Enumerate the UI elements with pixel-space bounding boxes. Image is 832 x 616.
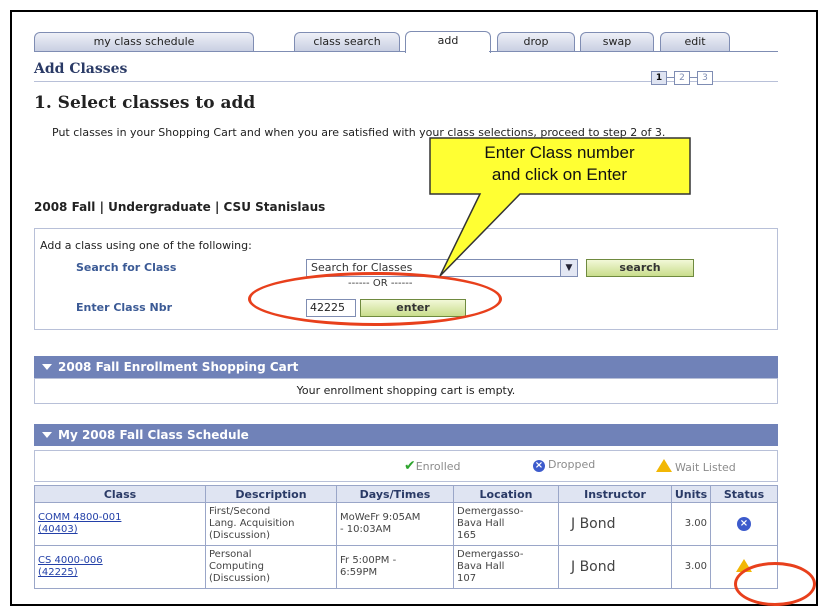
enter-class-nbr-label: Enter Class Nbr — [76, 301, 173, 314]
description-cell: Personal Computing (Discussion) — [205, 545, 337, 589]
tab-class-search[interactable]: class search — [294, 32, 400, 51]
tab-underline-right — [489, 51, 778, 52]
legend-dropped-label: Dropped — [548, 458, 596, 471]
search-for-class-label: Search for Class — [76, 261, 177, 274]
col-class: Class — [34, 485, 206, 503]
callout-text: Enter Class number and click on Enter — [432, 142, 687, 186]
tab-drop[interactable]: drop — [497, 32, 575, 51]
dropped-icon: × — [737, 517, 751, 531]
units-cell: 3.00 — [671, 502, 711, 546]
description-cell: First/Second Lang. Acquisition (Discussion… — [205, 502, 337, 546]
step-3: 3 — [697, 71, 713, 85]
col-status: Status — [710, 485, 778, 503]
collapse-triangle-icon[interactable] — [42, 432, 52, 438]
class-cell: CS 4000-006 (42225) — [34, 545, 206, 589]
legend-wait-listed-label: Wait Listed — [675, 461, 736, 474]
instructor-cell: J Bond — [558, 502, 672, 546]
callout-line-1: Enter Class number — [484, 143, 635, 162]
legend-dropped: × Dropped — [533, 458, 595, 472]
cart-empty-message: Your enrollment shopping cart is empty. — [296, 384, 516, 397]
step-2: 2 — [674, 71, 690, 85]
col-location: Location — [453, 485, 559, 503]
instructor-cell: J Bond — [558, 545, 672, 589]
add-class-header: Add a class using one of the following: — [40, 239, 252, 252]
callout-line-2: and click on Enter — [491, 165, 628, 184]
tab-add[interactable]: add — [405, 31, 491, 53]
warning-icon — [656, 459, 672, 472]
tab-underline — [34, 51, 405, 52]
location-cell: Demergasso- Bava Hall 107 — [453, 545, 559, 589]
class-cell: COMM 4800-001 (40403) — [34, 502, 206, 546]
checkmark-icon: ✔ — [404, 458, 416, 474]
days-times-cell: MoWeFr 9:05AM - 10:03AM — [336, 502, 454, 546]
step-1: 1 — [651, 71, 667, 85]
step-heading: 1. Select classes to add — [34, 93, 256, 113]
legend-wait-listed: Wait Listed — [656, 458, 736, 474]
class-schedule-title: My 2008 Fall Class Schedule — [58, 428, 249, 442]
table-row: CS 4000-006 (42225) Personal Computing (Dis… — [34, 545, 778, 589]
page-title: Add Classes — [34, 61, 128, 77]
class-link[interactable]: COMM 4800-001 (40403) — [38, 512, 121, 535]
status-cell: × — [710, 502, 778, 546]
class-link[interactable]: CS 4000-006 (42225) — [38, 555, 103, 578]
step-connector — [667, 77, 674, 78]
shopping-cart-body: Your enrollment shopping cart is empty. — [34, 378, 778, 404]
legend-enrolled: ✔Enrolled — [404, 458, 461, 474]
schedule-table: Class Description Days/Times Location In… — [34, 485, 778, 589]
status-highlight-oval — [734, 562, 816, 606]
class-schedule-header[interactable]: My 2008 Fall Class Schedule — [34, 424, 778, 446]
location-cell: Demergasso- Bava Hall 165 — [453, 502, 559, 546]
col-description: Description — [205, 485, 337, 503]
table-header-row: Class Description Days/Times Location In… — [34, 485, 778, 503]
table-row: COMM 4800-001 (40403) First/Second Lang. A… — [34, 502, 778, 546]
days-times-cell: Fr 5:00PM -6:59PM — [336, 545, 454, 589]
units-cell: 3.00 — [671, 545, 711, 589]
step-connector — [690, 77, 697, 78]
term-label: 2008 Fall | Undergraduate | CSU Stanisla… — [34, 200, 326, 214]
shopping-cart-header[interactable]: 2008 Fall Enrollment Shopping Cart — [34, 356, 778, 378]
shopping-cart-title: 2008 Fall Enrollment Shopping Cart — [58, 360, 299, 374]
col-days-times: Days/Times — [336, 485, 454, 503]
tab-edit[interactable]: edit — [660, 32, 730, 51]
tab-swap[interactable]: swap — [580, 32, 654, 51]
tab-my-class-schedule[interactable]: my class schedule — [34, 32, 254, 51]
collapse-triangle-icon[interactable] — [42, 364, 52, 370]
legend-enrolled-label: Enrolled — [415, 460, 461, 473]
col-instructor: Instructor — [558, 485, 672, 503]
col-units: Units — [671, 485, 711, 503]
dropped-icon: × — [533, 460, 545, 472]
